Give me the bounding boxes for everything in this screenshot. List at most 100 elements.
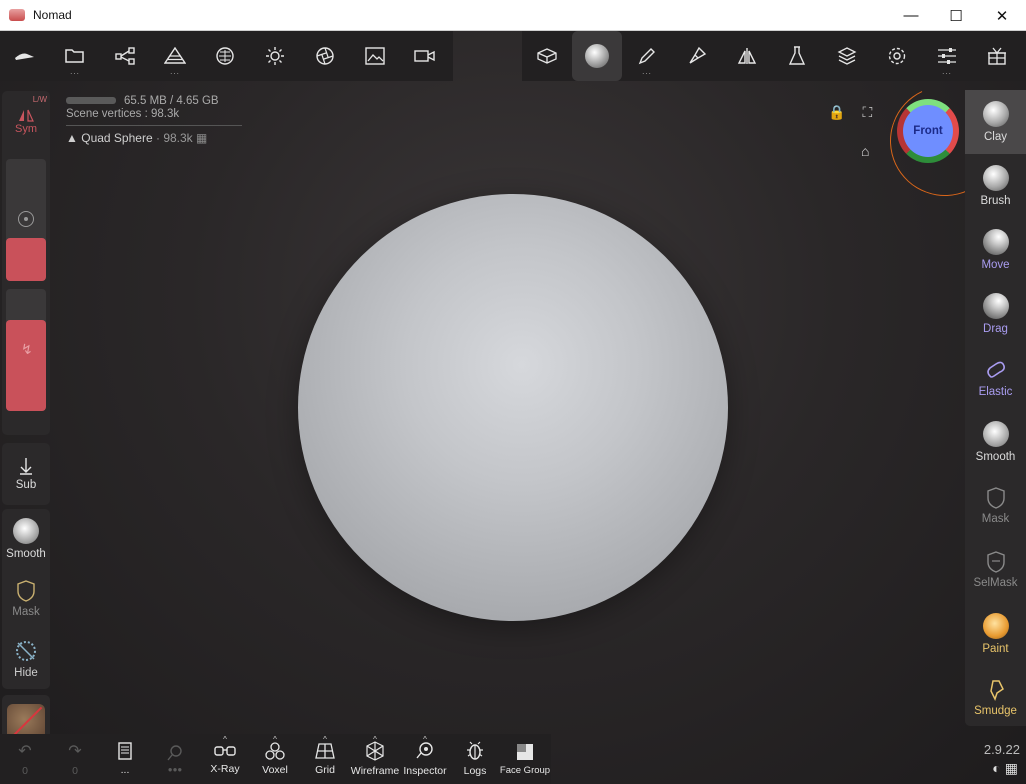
primitives-button[interactable]: ... xyxy=(150,31,200,81)
smooth-label: Smooth xyxy=(6,548,46,560)
tool-mask[interactable]: Mask xyxy=(965,474,1026,538)
xray-button[interactable]: ^ X-Ray xyxy=(200,734,250,784)
3d-viewport[interactable]: ... ... ... ... 65.5 MB / 4.65 GB Scene … xyxy=(0,31,1026,784)
window-title: Nomad xyxy=(33,8,72,22)
voxel-button[interactable]: ^ Voxel xyxy=(250,734,300,784)
contrast-icon[interactable]: ◐ xyxy=(992,760,1000,777)
redo-icon: ↷ xyxy=(68,743,82,760)
matcap-button[interactable] xyxy=(572,31,622,81)
smooth-icon xyxy=(13,518,39,544)
voxel-label: Voxel xyxy=(262,764,288,776)
tool-smudge[interactable]: Smudge xyxy=(965,666,1026,730)
search-dots: ●●● xyxy=(167,764,183,774)
more-dots: ... xyxy=(170,67,180,76)
symmetry-icon xyxy=(737,48,757,64)
grid-button[interactable]: ^ Grid xyxy=(300,734,350,784)
logs-label: Logs xyxy=(463,765,487,777)
caret-icon: ^ xyxy=(273,735,277,744)
fullscreen-icon[interactable]: ⛶ xyxy=(862,104,872,121)
sub-toggle[interactable]: Sub xyxy=(2,443,50,505)
pen-icon xyxy=(638,48,655,65)
face-group-label: Face Group xyxy=(499,764,551,776)
arrow-down-icon xyxy=(20,458,32,475)
wireframe-label: Wireframe xyxy=(350,765,400,777)
view-cube-gizmo[interactable]: Front xyxy=(897,99,959,163)
files-button[interactable]: ... xyxy=(50,31,100,81)
reference-button[interactable]: ... xyxy=(100,734,150,784)
mesh-button[interactable] xyxy=(522,31,572,81)
tool-paint[interactable]: Paint xyxy=(965,602,1026,666)
radius-slider[interactable] xyxy=(6,159,46,281)
tool-drag[interactable]: Drag xyxy=(965,282,1026,346)
caret-icon: ^ xyxy=(423,735,427,744)
layers-button[interactable] xyxy=(822,31,872,81)
interface-button[interactable]: ... xyxy=(922,31,972,81)
mask-tool[interactable]: Mask xyxy=(2,569,50,629)
tool-label: Move xyxy=(981,259,1010,271)
symmetry-button[interactable] xyxy=(722,31,772,81)
stroke-button[interactable]: ... xyxy=(622,31,672,81)
hide-label: Hide xyxy=(14,667,38,679)
smooth-icon xyxy=(982,421,1009,447)
redo-button[interactable]: ↷ 0 xyxy=(50,734,100,784)
radius-fill xyxy=(6,238,46,281)
tools-panel: Clay Brush Move Drag Elastic Smooth Mask xyxy=(965,90,1026,726)
logs-button[interactable]: Logs xyxy=(450,734,500,784)
tool-selmask[interactable]: SelMask xyxy=(965,538,1026,602)
tool-label: Mask xyxy=(981,513,1010,525)
lock-icon[interactable]: 🔒 xyxy=(828,104,845,121)
top-toolbar-right: ... ... xyxy=(522,31,1026,81)
symmetry-toggle[interactable]: L/W Sym xyxy=(2,91,50,151)
move-icon xyxy=(982,229,1009,255)
material-button[interactable] xyxy=(200,31,250,81)
mask-label: Mask xyxy=(12,606,40,618)
primitives-icon xyxy=(164,47,186,64)
divider xyxy=(66,125,242,126)
wireframe-button[interactable]: ^ Wireframe xyxy=(350,734,400,784)
scene-info: 65.5 MB / 4.65 GB Scene vertices : 98.3k… xyxy=(66,95,242,145)
image-icon xyxy=(365,47,385,65)
tool-elastic[interactable]: Elastic xyxy=(965,346,1026,410)
brush-settings-button[interactable] xyxy=(672,31,722,81)
face-group-button[interactable]: Face Group xyxy=(500,734,550,784)
gift-button[interactable] xyxy=(972,31,1022,81)
intensity-slider[interactable]: ↯ xyxy=(6,289,46,411)
minimize-button[interactable]: — xyxy=(888,0,934,31)
matcap-icon xyxy=(585,44,609,68)
tool-label: Smooth xyxy=(975,451,1016,463)
windows-icon[interactable]: ▦ xyxy=(1005,760,1018,777)
record-button[interactable] xyxy=(400,31,450,81)
brush-sliders-panel: L/W Sym ↯ xyxy=(2,91,50,435)
close-button[interactable]: ✕ xyxy=(979,0,1025,31)
maximize-button[interactable]: ☐ xyxy=(933,0,979,31)
logo-menu-button[interactable] xyxy=(0,31,50,81)
hide-icon xyxy=(16,641,36,661)
inspector-button[interactable]: ^ Inspector xyxy=(400,734,450,784)
video-icon xyxy=(414,50,435,62)
mesh-vertex-count: 98.3k xyxy=(163,131,193,145)
mesh-row[interactable]: ▲ Quad Sphere · 98.3k ▦ xyxy=(66,132,242,145)
tool-brush[interactable]: Brush xyxy=(965,154,1026,218)
scene-button[interactable] xyxy=(100,31,150,81)
box-icon xyxy=(537,48,557,64)
material-icon xyxy=(216,47,234,65)
hide-tool[interactable]: Hide xyxy=(2,629,50,689)
grid-label: Grid xyxy=(315,764,335,776)
settings-button[interactable] xyxy=(872,31,922,81)
home-icon[interactable]: ⌂ xyxy=(861,143,869,159)
smooth-tool[interactable]: Smooth xyxy=(2,509,50,569)
view-label: Front xyxy=(913,125,943,137)
quad-sphere-mesh[interactable] xyxy=(298,194,728,621)
wireframe-icon xyxy=(366,741,384,761)
camera-button[interactable] xyxy=(300,31,350,81)
background-button[interactable] xyxy=(350,31,400,81)
filters-button[interactable] xyxy=(772,31,822,81)
tool-move[interactable]: Move xyxy=(965,218,1026,282)
search-button[interactable]: ●●● xyxy=(150,734,200,784)
light-button[interactable] xyxy=(250,31,300,81)
xray-icon xyxy=(214,746,236,756)
tool-smooth[interactable]: Smooth xyxy=(965,410,1026,474)
tool-label: Drag xyxy=(983,323,1008,335)
tool-clay[interactable]: Clay xyxy=(965,90,1026,154)
undo-button[interactable]: ↶ 0 xyxy=(0,734,50,784)
